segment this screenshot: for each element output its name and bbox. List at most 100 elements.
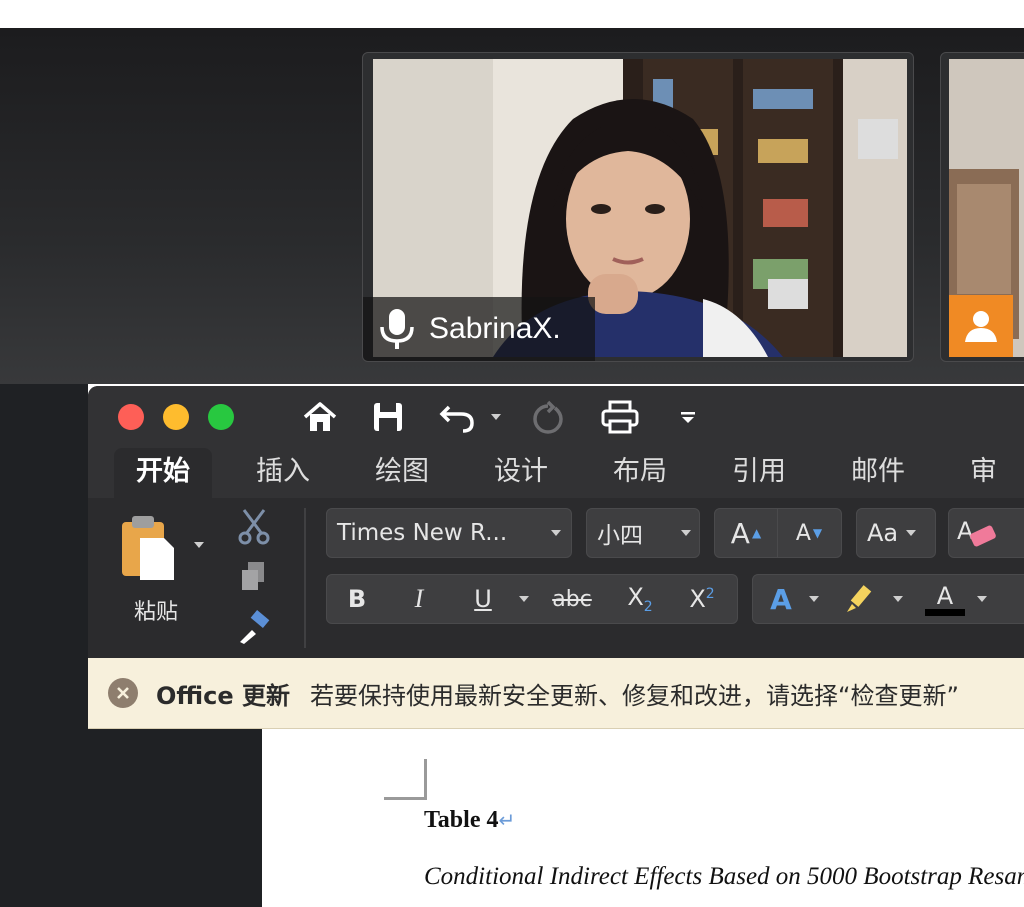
person-icon [965,311,997,342]
italic-button[interactable]: I [387,584,451,614]
highlighter-icon [847,585,872,612]
text-effects-button[interactable]: A [753,583,809,616]
participant-name-plate: SabrinaX. [363,297,595,361]
font-name-select[interactable]: Times New R... [326,508,572,558]
redo-icon [533,400,563,434]
underline-button[interactable]: U [451,585,515,613]
printer-icon [601,400,639,434]
chevron-down-icon[interactable] [809,596,819,602]
clear-formatting-button[interactable]: A [948,508,1024,558]
office-update-notice: Office 更新 若要保持使用最新安全更新、修复和改进，请选择“检查更新” [88,658,1024,729]
scissors-icon [238,509,270,545]
copy-button[interactable] [238,560,268,596]
subscript-button[interactable]: X2 [609,583,671,615]
highlight-button[interactable] [829,582,893,616]
home-button[interactable] [300,398,340,436]
chevron-down-icon [194,542,204,548]
tab-layout[interactable]: 布局 [591,448,689,498]
cut-button[interactable] [236,508,272,550]
paragraph-mark: ↵ [498,810,516,832]
print-button[interactable] [598,398,642,436]
chevron-down-icon[interactable] [519,596,529,602]
ribbon-toolbar: 粘贴 Times New R... 小四 A ▲ A ▼ Aa A B I U … [88,498,1024,658]
paste-label: 粘贴 [134,600,179,625]
minimize-window-button[interactable] [163,404,189,430]
text-format-group: B I U abc X2 X2 [326,574,738,624]
undo-dropdown[interactable] [486,398,506,436]
subscript-base: X [627,583,644,612]
table-caption: Conditional Indirect Effects Based on 50… [424,863,1024,890]
paste-options-dropdown[interactable] [194,542,204,548]
close-window-button[interactable] [118,404,144,430]
font-color-button[interactable]: A [913,583,977,616]
save-icon [374,403,402,431]
maximize-window-button[interactable] [208,404,234,430]
font-name-value: Times New R... [337,520,508,546]
font-color-swatch [925,608,965,616]
customize-toolbar-button[interactable] [676,398,700,436]
change-case-label: Aa [867,519,899,547]
copy-icon [242,562,264,590]
more-icon [681,412,695,423]
top-white-strip [0,0,1024,28]
desktop-background-left [0,384,88,907]
tab-insert[interactable]: 插入 [234,448,332,498]
home-icon [303,402,337,431]
paintbrush-icon [240,610,270,644]
superscript-button[interactable]: X2 [671,585,733,613]
bold-button[interactable]: B [327,585,387,613]
caret-up-icon: ▲ [751,526,762,540]
subscript-number: 2 [643,598,653,615]
tab-mailings[interactable]: 邮件 [829,448,927,498]
document-area: Table 4↵ Conditional Indirect Effects Ba… [88,729,1024,907]
tab-review[interactable]: 审阅 [948,448,1024,535]
clipboard-icon [122,516,174,580]
avatar [949,295,1013,357]
caret-down-icon: ▼ [812,526,823,540]
video-conference-strip: SabrinaX. [0,28,1024,384]
tab-design[interactable]: 设计 [472,448,570,498]
shrink-font-button[interactable]: A ▼ [778,509,840,557]
separator [304,508,306,648]
ribbon-tabs: 开始 插入 绘图 设计 布局 引用 邮件 审阅 [88,448,1024,535]
undo-icon [439,405,474,433]
title-bar [88,386,1024,448]
chevron-down-icon [551,530,561,536]
shrink-font-label: A [795,520,811,546]
paste-button[interactable] [118,512,178,582]
redo-button[interactable] [528,398,568,436]
chevron-down-icon[interactable] [893,596,903,602]
eraser-icon: A [957,517,996,547]
page-margin-marker [384,759,427,800]
document-page[interactable]: Table 4↵ Conditional Indirect Effects Ba… [262,729,1024,907]
chevron-down-icon [906,530,917,536]
participant-name: SabrinaX. [429,312,561,345]
svg-text:A: A [957,517,974,545]
dismiss-notice-button[interactable] [108,678,138,708]
superscript-number: 2 [705,586,715,602]
chevron-down-icon [681,530,691,536]
strikethrough-button[interactable]: abc [535,587,609,612]
font-size-value: 小四 [597,523,643,549]
effects-group: A A [752,574,1024,624]
tab-draw[interactable]: 绘图 [353,448,451,498]
change-case-button[interactable]: Aa [856,508,936,558]
participant-tile-sabrina[interactable]: SabrinaX. [362,52,914,362]
undo-button[interactable] [438,398,478,436]
grow-font-button[interactable]: A ▲ [715,509,778,557]
save-button[interactable] [368,398,408,436]
chevron-down-icon [491,414,501,420]
format-painter-button[interactable] [236,610,272,650]
participant-tile-2[interactable] [940,52,1024,362]
grow-font-label: A [730,516,750,550]
word-window: 开始 插入 绘图 设计 布局 引用 邮件 审阅 粘贴 [88,386,1024,907]
tab-home[interactable]: 开始 [114,448,212,498]
chevron-down-icon[interactable] [977,596,987,602]
notice-message: 若要保持使用最新安全更新、修复和改进，请选择“检查更新” [310,681,959,710]
tab-references[interactable]: 引用 [710,448,808,498]
table-heading-text: Table 4 [424,807,499,833]
notice-title: Office 更新 [156,681,291,710]
font-size-select[interactable]: 小四 [586,508,700,558]
font-color-label: A [936,581,954,610]
close-icon [117,687,129,699]
